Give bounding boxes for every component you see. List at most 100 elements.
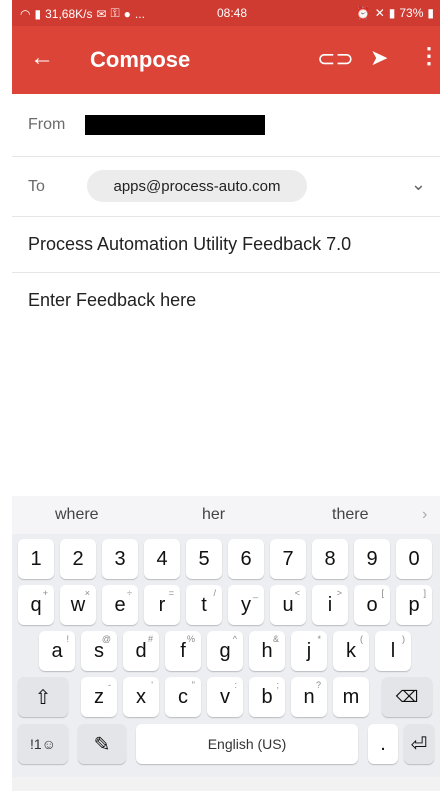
send-icon[interactable]: ➤ bbox=[370, 45, 388, 71]
key-f[interactable]: f% bbox=[165, 631, 201, 671]
from-label: From bbox=[28, 116, 66, 133]
key-5[interactable]: 5 bbox=[186, 539, 222, 579]
key-label: m bbox=[342, 685, 360, 708]
key-u[interactable]: u < bbox=[270, 585, 306, 625]
key-hint: + bbox=[42, 588, 48, 598]
key-hint: * bbox=[317, 634, 321, 644]
key-label: c bbox=[178, 685, 188, 708]
key-t[interactable]: t / bbox=[186, 585, 222, 625]
wifi-icon: ◠ bbox=[20, 6, 31, 21]
key-icon: ⚿ bbox=[110, 6, 120, 20]
suggestion-3[interactable]: there bbox=[332, 506, 368, 524]
key-hint: > bbox=[336, 588, 342, 598]
key-z[interactable]: z- bbox=[81, 677, 117, 717]
status-bar: ◠ ▮ 31,68K/s ✉ ⚿ ● ... 08:48 ⏰ ✕ ▮ 73% ▮ bbox=[12, 0, 440, 26]
key-label: i bbox=[327, 593, 333, 616]
key-3[interactable]: 3 bbox=[102, 539, 138, 579]
more-options-icon[interactable]: ⋮ bbox=[418, 43, 440, 69]
key-label: l bbox=[390, 639, 396, 662]
key-q[interactable]: q + bbox=[18, 585, 54, 625]
key-label: k bbox=[346, 639, 356, 662]
key-label: a bbox=[51, 639, 63, 662]
key-y[interactable]: y _ bbox=[228, 585, 264, 625]
backspace-key[interactable]: ⌫ bbox=[382, 677, 432, 717]
asdf-row: a! s @ d # f% g ^ h & j * k( l) bbox=[18, 631, 434, 677]
shift-key[interactable]: ⇧ bbox=[18, 677, 68, 717]
suggestion-2[interactable]: her bbox=[202, 506, 225, 524]
from-field[interactable]: From bbox=[12, 94, 440, 157]
status-left: ◠ ▮ 31,68K/s ✉ ⚿ ● ... bbox=[20, 6, 145, 21]
key-n[interactable]: n? bbox=[291, 677, 327, 717]
period-key[interactable]: . bbox=[368, 724, 398, 764]
key-7[interactable]: 7 bbox=[270, 539, 306, 579]
number-row: 1 2 3 4 5 6 7 8 9 0 bbox=[18, 539, 434, 585]
key-v[interactable]: v: bbox=[207, 677, 243, 717]
key-hint: _ bbox=[252, 588, 258, 598]
key-hint: : bbox=[234, 680, 237, 690]
from-redacted-address bbox=[85, 115, 265, 135]
key-hint: × bbox=[84, 588, 90, 598]
key-0[interactable]: 0 bbox=[396, 539, 432, 579]
enter-key[interactable]: ⏎ bbox=[404, 724, 434, 764]
key-6[interactable]: 6 bbox=[228, 539, 264, 579]
to-field[interactable]: To apps@process-auto.com ⌄ bbox=[12, 156, 440, 217]
mail-icon: ✉ bbox=[96, 6, 107, 21]
key-h[interactable]: h & bbox=[249, 631, 285, 671]
key-p[interactable]: p] bbox=[396, 585, 432, 625]
key-s[interactable]: s @ bbox=[81, 631, 117, 671]
chevron-right-icon[interactable]: › bbox=[422, 506, 427, 524]
key-w[interactable]: w × bbox=[60, 585, 96, 625]
key-j[interactable]: j * bbox=[291, 631, 327, 671]
suggestion-1[interactable]: where bbox=[55, 506, 99, 524]
key-d[interactable]: d # bbox=[123, 631, 159, 671]
enter-icon: ⏎ bbox=[410, 733, 428, 756]
key-o[interactable]: o[ bbox=[354, 585, 390, 625]
shift-icon: ⇧ bbox=[34, 686, 52, 709]
signal-strength-icon: ▮ bbox=[388, 6, 396, 20]
key-g[interactable]: g ^ bbox=[207, 631, 243, 671]
key-9[interactable]: 9 bbox=[354, 539, 390, 579]
key-x[interactable]: x ' bbox=[123, 677, 159, 717]
key-r[interactable]: r = bbox=[144, 585, 180, 625]
key-l[interactable]: l) bbox=[375, 631, 411, 671]
key-k[interactable]: k( bbox=[333, 631, 369, 671]
message-body[interactable]: Enter Feedback here bbox=[28, 290, 196, 311]
network-speed: 31,68K/s bbox=[45, 6, 93, 21]
key-label: n bbox=[303, 685, 315, 708]
key-label: b bbox=[261, 685, 273, 708]
key-hint: ^ bbox=[232, 634, 237, 644]
suggestion-bar: where her there › bbox=[12, 496, 440, 534]
key-8[interactable]: 8 bbox=[312, 539, 348, 579]
key-a[interactable]: a! bbox=[39, 631, 75, 671]
key-hint: [ bbox=[381, 588, 384, 598]
key-hint: ÷ bbox=[127, 588, 132, 598]
attach-icon[interactable]: ⊂⊃ bbox=[317, 46, 354, 72]
subject-text[interactable]: Process Automation Utility Feedback 7.0 bbox=[28, 234, 351, 255]
symbols-key[interactable]: !1☺ bbox=[18, 724, 68, 764]
chevron-down-icon[interactable]: ⌄ bbox=[411, 174, 426, 195]
subject-field[interactable]: Process Automation Utility Feedback 7.0 bbox=[12, 216, 440, 273]
key-hint: / bbox=[213, 588, 216, 598]
key-hint: & bbox=[272, 634, 279, 644]
key-c[interactable]: c " bbox=[165, 677, 201, 717]
back-arrow-icon[interactable]: ← bbox=[30, 44, 54, 72]
key-i[interactable]: i > bbox=[312, 585, 348, 625]
status-right: ⏰ ✕ ▮ 73% ▮ bbox=[356, 6, 434, 20]
app-bar: ← Compose ⊂⊃ ➤ ⋮ bbox=[12, 26, 440, 94]
key-4[interactable]: 4 bbox=[144, 539, 180, 579]
key-m[interactable]: m bbox=[333, 677, 369, 717]
key-label: w bbox=[70, 593, 86, 616]
navigation-bar-area bbox=[12, 777, 440, 791]
space-key[interactable]: English (US) bbox=[136, 724, 358, 764]
key-b[interactable]: b; bbox=[249, 677, 285, 717]
key-1[interactable]: 1 bbox=[18, 539, 54, 579]
key-hint: % bbox=[186, 634, 195, 644]
recipient-chip[interactable]: apps@process-auto.com bbox=[87, 170, 307, 202]
key-2[interactable]: 2 bbox=[60, 539, 96, 579]
handwriting-key[interactable]: ✎ bbox=[78, 724, 126, 764]
key-e[interactable]: e ÷ bbox=[102, 585, 138, 625]
key-label: o bbox=[366, 593, 378, 616]
on-screen-keyboard: where her there › 1 2 3 4 5 6 7 8 9 0 q +… bbox=[12, 496, 440, 791]
key-hint: ) bbox=[402, 634, 405, 644]
page-title: Compose bbox=[90, 47, 191, 72]
